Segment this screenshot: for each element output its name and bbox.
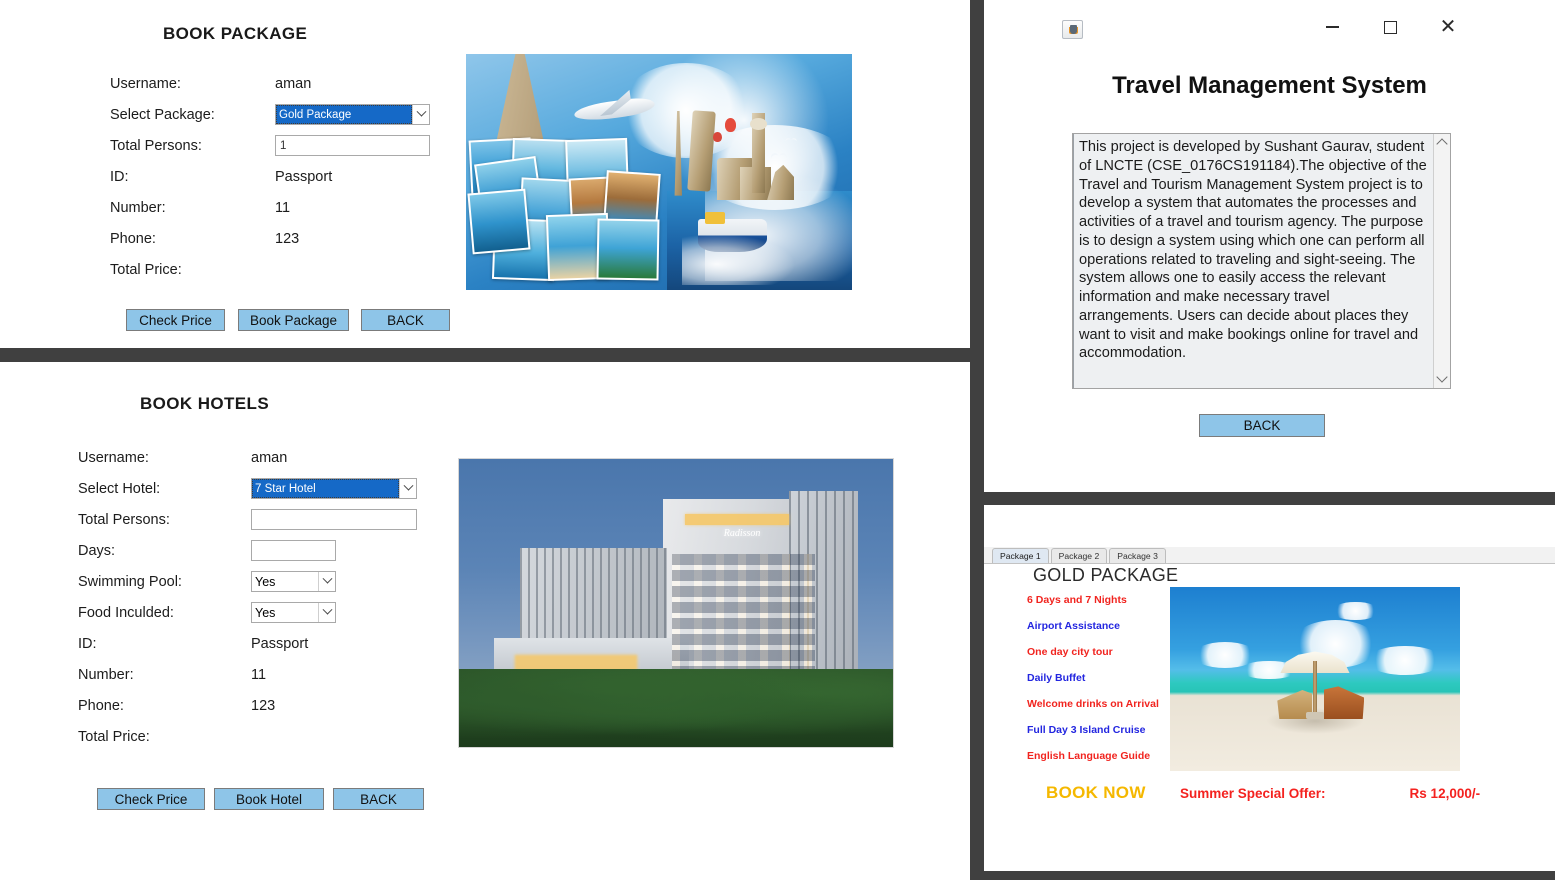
value-phone: 123 [251, 697, 276, 714]
window-titlebar: ✕ [984, 0, 1555, 56]
hotel-image: Radisson [458, 458, 894, 748]
beach-image [1170, 587, 1460, 771]
offer-row: Summer Special Offer: Rs 12,000/- [1180, 786, 1480, 801]
gold-package-window: Package 1 Package 2 Package 3 GOLD PACKA… [984, 505, 1555, 871]
book-package-button-row: Check Price Book Package BACK [126, 309, 450, 331]
select-package-combo[interactable]: Gold Package [275, 104, 430, 125]
value-username: aman [275, 75, 312, 92]
tab-package-1[interactable]: Package 1 [992, 547, 1049, 563]
offer-label: Summer Special Offer: [1180, 786, 1326, 801]
maximize-icon[interactable] [1377, 14, 1403, 40]
book-now-label[interactable]: BOOK NOW [1046, 783, 1146, 803]
select-hotel-value: 7 Star Hotel [252, 479, 399, 498]
label-number: Number: [78, 666, 134, 683]
label-swimming-pool: Swimming Pool: [78, 573, 182, 590]
label-total-price: Total Price: [78, 728, 150, 745]
window-controls: ✕ [1319, 14, 1461, 40]
label-select-hotel: Select Hotel: [78, 480, 161, 497]
travel-management-system-window: ✕ Travel Management System This project … [984, 0, 1555, 492]
label-days: Days: [78, 542, 116, 559]
label-phone: Phone: [110, 230, 156, 247]
value-id: Passport [251, 635, 309, 652]
value-id: Passport [275, 168, 333, 185]
feature-item: Welcome drinks on Arrival [1027, 698, 1159, 710]
back-button[interactable]: BACK [361, 309, 450, 331]
total-persons-value: 1 [280, 139, 287, 152]
description-textarea[interactable]: This project is developed by Sushant Gau… [1072, 133, 1451, 389]
java-cup-icon [1062, 20, 1083, 39]
label-username: Username: [110, 75, 181, 92]
description-text: This project is developed by Sushant Gau… [1073, 134, 1433, 388]
gold-package-title: GOLD PACKAGE [1033, 565, 1179, 585]
back-button[interactable]: BACK [333, 788, 424, 810]
label-select-package: Select Package: [110, 106, 215, 123]
book-package-form: Username: aman Select Package: Gold Pack… [110, 68, 440, 285]
select-package-value: Gold Package [276, 105, 412, 124]
swimming-pool-combo[interactable]: Yes [251, 571, 336, 592]
chevron-down-icon[interactable] [318, 603, 335, 622]
travel-collage-image [466, 54, 852, 290]
feature-item: Daily Buffet [1027, 672, 1086, 684]
label-total-persons: Total Persons: [110, 137, 202, 154]
back-button[interactable]: BACK [1199, 414, 1325, 437]
tms-page-title: Travel Management System [1112, 72, 1427, 99]
minimize-icon[interactable] [1319, 14, 1345, 40]
book-hotels-window: BOOK HOTELS Username: aman Select Hotel:… [0, 362, 970, 880]
value-username: aman [251, 449, 288, 466]
value-number: 11 [275, 199, 291, 216]
book-package-button[interactable]: Book Package [238, 309, 349, 331]
label-id: ID: [78, 635, 97, 652]
tab-package-2[interactable]: Package 2 [1050, 547, 1108, 563]
book-hotels-form: Username: aman Select Hotel: 7 Star Hote… [78, 442, 438, 752]
value-number: 11 [251, 666, 267, 683]
value-total-price [275, 254, 440, 285]
select-hotel-combo[interactable]: 7 Star Hotel [251, 478, 417, 499]
book-package-window: BOOK PACKAGE Username: aman Select Packa… [0, 0, 970, 348]
label-total-price: Total Price: [110, 261, 182, 278]
label-total-persons: Total Persons: [78, 511, 170, 528]
chevron-down-icon[interactable] [1437, 373, 1448, 384]
feature-item: Airport Assistance [1027, 620, 1120, 632]
label-username: Username: [78, 449, 149, 466]
value-total-price [251, 721, 438, 752]
label-id: ID: [110, 168, 129, 185]
swimming-pool-value: Yes [255, 574, 276, 589]
label-number: Number: [110, 199, 166, 216]
offer-price: Rs 12,000/- [1409, 786, 1481, 801]
package-tabstrip: Package 1 Package 2 Package 3 [984, 547, 1555, 564]
feature-item: One day city tour [1027, 646, 1113, 658]
total-persons-input[interactable]: 1 [275, 135, 430, 156]
book-hotels-button-row: Check Price Book Hotel BACK [97, 788, 424, 810]
tab-package-3[interactable]: Package 3 [1109, 547, 1166, 563]
total-persons-input[interactable] [251, 509, 417, 530]
food-included-combo[interactable]: Yes [251, 602, 336, 623]
textarea-scrollbar[interactable] [1433, 134, 1450, 388]
hotel-brand-text: Radisson [723, 528, 761, 540]
feature-item: 6 Days and 7 Nights [1027, 594, 1127, 606]
chevron-down-icon[interactable] [318, 572, 335, 591]
book-hotel-button[interactable]: Book Hotel [214, 788, 324, 810]
value-phone: 123 [275, 230, 300, 247]
label-food-included: Food Inculded: [78, 604, 174, 621]
check-price-button[interactable]: Check Price [97, 788, 205, 810]
feature-list: 6 Days and 7 Nights Airport Assistance O… [1027, 595, 1159, 762]
feature-item: Full Day 3 Island Cruise [1027, 724, 1146, 736]
close-icon[interactable]: ✕ [1435, 14, 1461, 40]
days-input[interactable] [251, 540, 336, 561]
label-phone: Phone: [78, 697, 124, 714]
check-price-button[interactable]: Check Price [126, 309, 225, 331]
food-included-value: Yes [255, 605, 276, 620]
feature-item: English Language Guide [1027, 750, 1151, 762]
chevron-up-icon[interactable] [1437, 138, 1448, 149]
chevron-down-icon[interactable] [412, 105, 429, 124]
chevron-down-icon[interactable] [399, 479, 416, 498]
app-root: BOOK PACKAGE Username: aman Select Packa… [0, 0, 1555, 880]
book-package-title: BOOK PACKAGE [163, 24, 308, 43]
book-hotels-title: BOOK HOTELS [140, 394, 270, 413]
